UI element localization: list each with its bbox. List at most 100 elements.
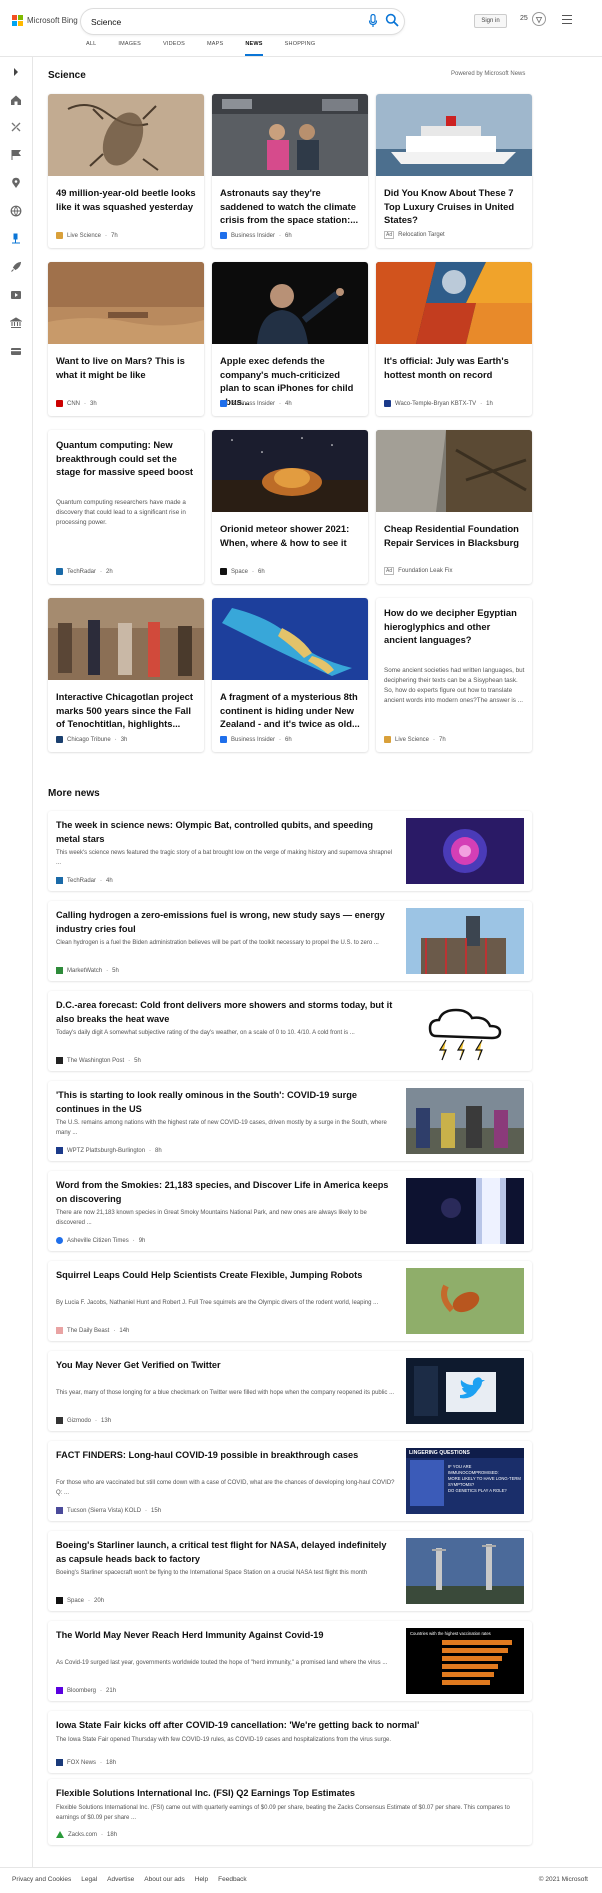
card-title[interactable]: Did You Know About These 7 Top Luxury Cr…: [384, 186, 524, 227]
location-pin-icon[interactable]: [10, 177, 22, 189]
ad-card[interactable]: Did You Know About These 7 Top Luxury Cr…: [376, 94, 532, 248]
news-title[interactable]: Word from the Smokies: 21,183 species, a…: [56, 1179, 396, 1206]
news-list-item[interactable]: Flexible Solutions International Inc. (F…: [48, 1779, 532, 1845]
tab-images[interactable]: IMAGES: [118, 41, 141, 56]
footer-link-help[interactable]: Help: [195, 1876, 208, 1883]
news-card[interactable]: Astronauts say they're saddened to watch…: [212, 94, 368, 248]
rocket-icon[interactable]: [10, 261, 22, 273]
news-list-item[interactable]: The World May Never Reach Herd Immunity …: [48, 1621, 532, 1701]
card-title[interactable]: Interactive Chicagotlan project marks 50…: [56, 690, 196, 731]
bing-logo[interactable]: Microsoft Bing: [12, 15, 78, 26]
news-list-item[interactable]: Calling hydrogen a zero-emissions fuel i…: [48, 901, 532, 981]
search-icon[interactable]: [385, 13, 399, 27]
space-logo-icon: [56, 1597, 63, 1604]
card-title[interactable]: A fragment of a mysterious 8th continent…: [220, 690, 360, 731]
card-title[interactable]: Quantum computing: New breakthrough coul…: [56, 438, 196, 479]
globe-icon[interactable]: [10, 205, 22, 217]
powered-by-label[interactable]: Powered by Microsoft News: [451, 71, 525, 77]
trending-icon[interactable]: [10, 121, 22, 133]
news-source: TechRadar · 4h: [56, 877, 113, 884]
tab-videos[interactable]: VIDEOS: [163, 41, 185, 56]
news-list-item[interactable]: Word from the Smokies: 21,183 species, a…: [48, 1171, 532, 1251]
card-source: CNN · 3h: [56, 400, 97, 407]
news-list-item[interactable]: The week in science news: Olympic Bat, c…: [48, 811, 532, 891]
rewards-points[interactable]: 25: [520, 15, 528, 22]
science-microscope-icon[interactable]: [10, 233, 22, 245]
news-title[interactable]: You May Never Get Verified on Twitter: [56, 1359, 396, 1373]
news-title[interactable]: FACT FINDERS: Long-haul COVID-19 possibl…: [56, 1449, 396, 1463]
rewards-icon[interactable]: [532, 12, 546, 26]
card-title[interactable]: Astronauts say they're saddened to watch…: [220, 186, 360, 227]
news-description: Flexible Solutions International Inc. (F…: [56, 1805, 510, 1821]
footer-link-advertise[interactable]: Advertise: [107, 1876, 134, 1883]
tab-all[interactable]: ALL: [86, 41, 96, 56]
card-source: Waco-Temple-Bryan KBTX-TV · 1h: [384, 400, 493, 407]
tab-maps[interactable]: MAPS: [207, 41, 223, 56]
news-title[interactable]: Iowa State Fair kicks off after COVID-19…: [56, 1719, 516, 1733]
news-card[interactable]: Orionid meteor shower 2021: When, where …: [212, 430, 368, 584]
news-list-item[interactable]: You May Never Get Verified on Twitter Th…: [48, 1351, 532, 1431]
wptz-logo-icon: [56, 1147, 63, 1154]
ad-label: Ad: [384, 231, 395, 239]
search-input[interactable]: [91, 14, 361, 29]
news-title[interactable]: Squirrel Leaps Could Help Scientists Cre…: [56, 1269, 396, 1283]
news-title[interactable]: Boeing's Starliner launch, a critical te…: [56, 1539, 396, 1566]
news-list-item[interactable]: D.C.-area forecast: Cold front delivers …: [48, 991, 532, 1071]
climate-collage-image: [376, 262, 532, 344]
expand-sidebar-icon[interactable]: [10, 66, 22, 78]
sign-in-button[interactable]: Sign in: [474, 14, 507, 28]
news-title[interactable]: D.C.-area forecast: Cold front delivers …: [56, 999, 396, 1026]
business-insider-logo-icon: [220, 232, 227, 239]
news-title[interactable]: The week in science news: Olympic Bat, c…: [56, 819, 396, 846]
techradar-logo-icon: [56, 568, 63, 575]
news-title[interactable]: 'This is starting to look really ominous…: [56, 1089, 396, 1116]
zealandia-map-image: [212, 598, 368, 680]
news-list-item[interactable]: FACT FINDERS: Long-haul COVID-19 possibl…: [48, 1441, 532, 1521]
news-card[interactable]: Want to live on Mars? This is what it mi…: [48, 262, 204, 416]
news-description: Today's daily digit A somewhat subjectiv…: [56, 1030, 355, 1036]
covid-line: IF YOU ARE IMMUNOCOMPROMISED:: [448, 1464, 499, 1475]
footer-link-privacy[interactable]: Privacy and Cookies: [12, 1876, 71, 1883]
news-card[interactable]: How do we decipher Egyptian hieroglyphic…: [376, 598, 532, 752]
news-title[interactable]: Flexible Solutions International Inc. (F…: [56, 1787, 516, 1801]
card-title[interactable]: Cheap Residential Foundation Repair Serv…: [384, 522, 524, 549]
bank-icon[interactable]: [10, 317, 22, 329]
ad-card[interactable]: Cheap Residential Foundation Repair Serv…: [376, 430, 532, 584]
news-card[interactable]: Apple exec defends the company's much-cr…: [212, 262, 368, 416]
wallet-icon[interactable]: [10, 345, 22, 357]
news-description: Boeing's Starliner spacecraft won't be f…: [56, 1570, 368, 1576]
footer-link-feedback[interactable]: Feedback: [218, 1876, 247, 1883]
card-title[interactable]: Orionid meteor shower 2021: When, where …: [220, 522, 360, 549]
hamburger-menu-icon[interactable]: [562, 15, 572, 24]
covid-testing-image: [406, 1088, 524, 1154]
card-title[interactable]: It's official: July was Earth's hottest …: [384, 354, 524, 381]
video-icon[interactable]: [10, 289, 22, 301]
news-card[interactable]: Quantum computing: New breakthrough coul…: [48, 430, 204, 584]
home-icon[interactable]: [10, 94, 22, 106]
footer-link-about-ads[interactable]: About our ads: [144, 1876, 184, 1883]
news-card[interactable]: It's official: July was Earth's hottest …: [376, 262, 532, 416]
news-source: MarketWatch · 5h: [56, 967, 119, 974]
tab-news[interactable]: NEWS: [245, 41, 263, 56]
covid-line: DO GENETICS PLAY A ROLE?: [448, 1488, 507, 1493]
news-list-item[interactable]: Boeing's Starliner launch, a critical te…: [48, 1531, 532, 1611]
news-card[interactable]: A fragment of a mysterious 8th continent…: [212, 598, 368, 752]
news-card[interactable]: 49 million-year-old beetle looks like it…: [48, 94, 204, 248]
tab-shopping[interactable]: SHOPPING: [285, 41, 316, 56]
microphone-icon[interactable]: [368, 14, 378, 28]
search-box[interactable]: [81, 9, 404, 34]
news-title[interactable]: Calling hydrogen a zero-emissions fuel i…: [56, 909, 396, 936]
footer-link-legal[interactable]: Legal: [81, 1876, 97, 1883]
news-list-item[interactable]: Iowa State Fair kicks off after COVID-19…: [48, 1711, 532, 1773]
news-source: Bloomberg · 21h: [56, 1687, 116, 1694]
card-title[interactable]: How do we decipher Egyptian hieroglyphic…: [384, 606, 524, 647]
card-title[interactable]: Want to live on Mars? This is what it mi…: [56, 354, 196, 381]
news-list-item[interactable]: Squirrel Leaps Could Help Scientists Cre…: [48, 1261, 532, 1341]
news-title[interactable]: The World May Never Reach Herd Immunity …: [56, 1629, 396, 1643]
news-list-item[interactable]: 'This is starting to look really ominous…: [48, 1081, 532, 1161]
news-card[interactable]: Interactive Chicagotlan project marks 50…: [48, 598, 204, 752]
flag-icon[interactable]: [10, 149, 22, 161]
twitter-logo-image: [406, 1358, 524, 1424]
card-title[interactable]: 49 million-year-old beetle looks like it…: [56, 186, 196, 213]
chicago-tribune-logo-icon: [56, 736, 63, 743]
